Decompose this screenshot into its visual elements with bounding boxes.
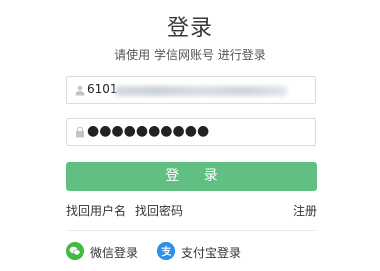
login-page: 登录 请使用 学信网账号 进行登录 6101 ●●●●●●●●●● 登 录 找回…: [0, 0, 380, 271]
forgot-password-link[interactable]: 找回密码: [135, 202, 183, 219]
wechat-login-link[interactable]: 微信登录: [90, 244, 138, 261]
alipay-login-link[interactable]: 支付宝登录: [181, 244, 241, 261]
password-field[interactable]: ●●●●●●●●●●: [66, 118, 316, 146]
page-title: 登录: [166, 16, 213, 41]
divider: [66, 230, 317, 231]
username-redacted: [115, 86, 287, 96]
wechat-icon[interactable]: [66, 242, 84, 260]
password-value: ●●●●●●●●●●: [87, 123, 210, 139]
page-subtitle: 请使用 学信网账号 进行登录: [114, 48, 266, 62]
register-link[interactable]: 注册: [293, 202, 317, 219]
alipay-icon[interactable]: [157, 242, 175, 260]
user-icon: [75, 85, 85, 96]
login-button[interactable]: 登 录: [66, 162, 317, 191]
forgot-username-link[interactable]: 找回用户名: [66, 202, 126, 219]
lock-icon: [76, 126, 84, 138]
username-field[interactable]: 6101: [66, 76, 316, 104]
username-value: 6101: [87, 82, 118, 96]
